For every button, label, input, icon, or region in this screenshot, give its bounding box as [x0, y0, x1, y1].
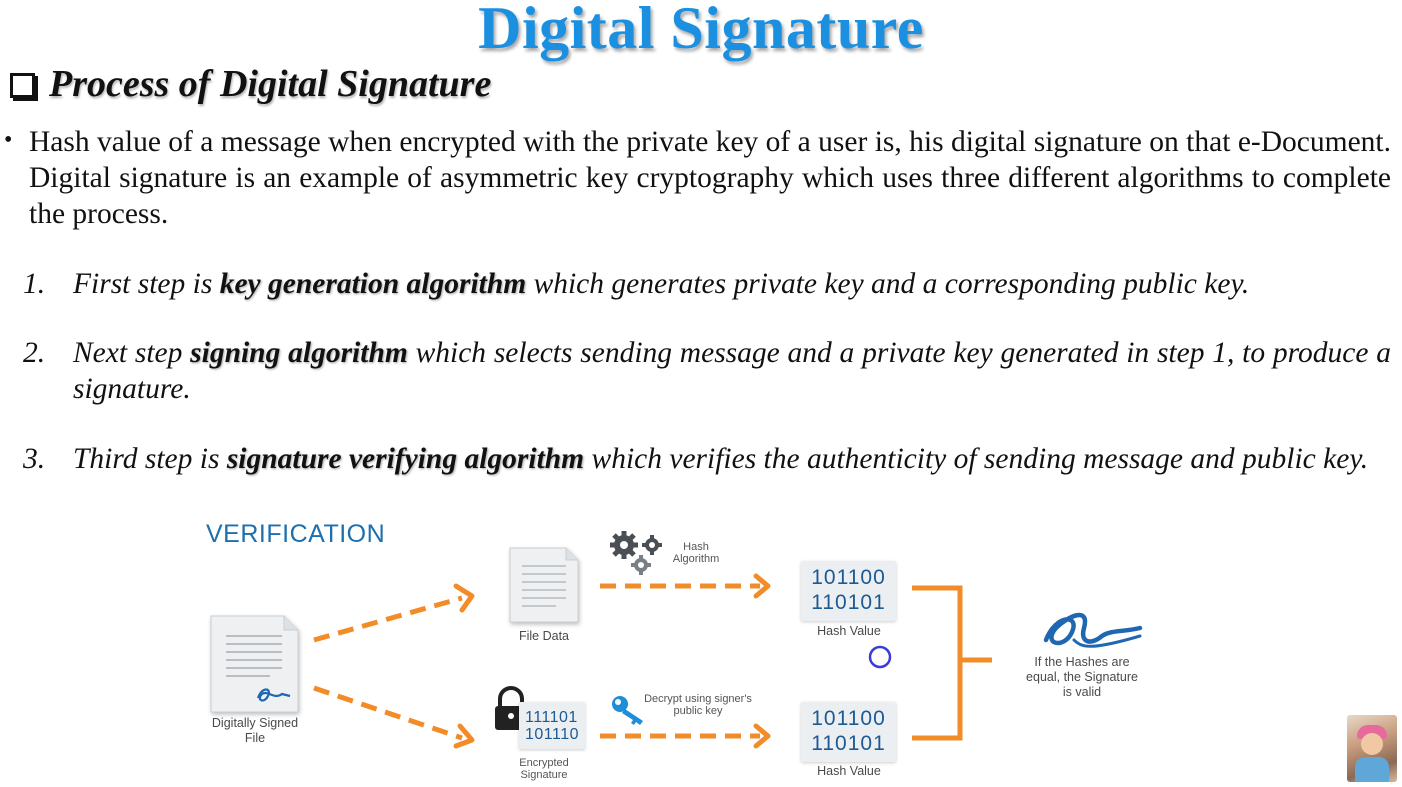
encrypted-signature-label: Encrypted Signature [519, 757, 569, 781]
hash-value-box-bottom: 101100 110101 [801, 702, 896, 762]
file-data-label: File Data [518, 629, 570, 643]
encrypted-signature-box: 111101 101110 [519, 702, 585, 749]
intro-paragraph: Hash value of a message when encrypted w… [29, 126, 1391, 230]
step-keyword: key generation algorithm [219, 268, 527, 300]
gears-icon [610, 531, 662, 575]
diagram-title: VERIFICATION [206, 520, 386, 548]
validity-result-text: If the Hashes are equal, the Signature is … [1026, 655, 1138, 699]
bullet-dot: • [4, 127, 13, 153]
decrypt-label: Decrypt using signer's public key [644, 693, 752, 717]
hash-value-label-bottom: Hash Value [817, 764, 881, 778]
step-text: Third step is signature verifying algori… [73, 443, 1369, 475]
step-text: First step is key generation algorithm w… [73, 268, 1250, 300]
section-heading-text: Process of Digital Signature [49, 63, 492, 105]
presenter-avatar [1347, 715, 1397, 782]
slide-title: Digital Signature [478, 0, 924, 61]
checkbox-bullet-icon [10, 72, 35, 98]
signed-file-label: Digitally Signed File [211, 716, 299, 745]
step-keyword: signature verifying algorithm [226, 443, 585, 475]
step-number: 2. [23, 337, 46, 369]
step-number: 3. [23, 443, 46, 475]
section-heading: Process of Digital Signature [6, 62, 491, 106]
step-number: 1. [23, 268, 46, 300]
step-text: Next step signing algorithm which select… [73, 337, 1391, 405]
hash-value-box-top: 101100 110101 [801, 561, 896, 621]
file-data-icon [509, 547, 579, 623]
hash-value-label-top: Hash Value [817, 624, 881, 638]
signed-document-icon [210, 615, 299, 713]
hash-algorithm-label: Hash Algorithm [672, 541, 720, 565]
step-keyword: signing algorithm [190, 337, 408, 369]
cursor-ring-icon [868, 645, 892, 669]
